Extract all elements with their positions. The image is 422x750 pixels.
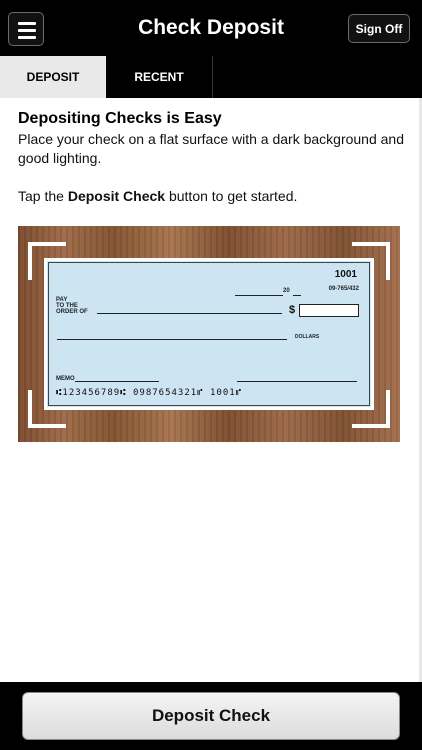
tab-recent[interactable]: RECENT bbox=[106, 56, 212, 98]
bottom-toolbar: Deposit Check bbox=[0, 682, 422, 750]
instructions-text: Place your check on a flat surface with … bbox=[18, 131, 404, 166]
written-amount-line bbox=[57, 339, 287, 340]
signature-line bbox=[237, 381, 357, 382]
check-deposit-screen: Check Deposit Sign Off DEPOSIT RECENT De… bbox=[0, 0, 422, 750]
tab-bar: DEPOSIT RECENT bbox=[0, 56, 422, 98]
tap-instruction-prefix: Tap the bbox=[18, 188, 68, 204]
instructions-heading: Depositing Checks is Easy bbox=[18, 110, 222, 127]
sign-off-button[interactable]: Sign Off bbox=[348, 14, 410, 43]
deposit-check-button[interactable]: Deposit Check bbox=[22, 692, 400, 740]
memo-line bbox=[75, 381, 159, 382]
sample-check: 1001 09-765/432 20 PAY TO THE ORDER OF $… bbox=[44, 258, 374, 410]
micr-line: ⑆123456789⑆ 0987654321⑈ 1001⑈ bbox=[56, 388, 243, 398]
header-bar: Check Deposit Sign Off bbox=[0, 0, 422, 56]
date-line bbox=[235, 295, 283, 296]
check-routing-small: 09-765/432 bbox=[328, 286, 359, 292]
date-line-year bbox=[293, 295, 301, 296]
tap-instruction-bold: Deposit Check bbox=[67, 188, 166, 204]
tab-bar-spacer bbox=[212, 56, 422, 98]
amount-box bbox=[299, 304, 359, 317]
dollar-sign: $ bbox=[289, 304, 296, 316]
dollars-label: DOLLARS bbox=[295, 334, 320, 340]
check-number: 1001 bbox=[334, 269, 357, 280]
pay-to-label: PAY TO THE ORDER OF bbox=[56, 297, 88, 315]
tap-instruction: Tap the Deposit Check button to get star… bbox=[18, 188, 404, 204]
tap-instruction-suffix: button to get started. bbox=[165, 188, 298, 204]
check-sample-image: 1001 09-765/432 20 PAY TO THE ORDER OF $… bbox=[18, 226, 400, 442]
main-content: Depositing Checks is Easy Place your che… bbox=[0, 98, 422, 204]
date-prefix: 20 bbox=[283, 288, 290, 294]
pay-label-line: ORDER OF bbox=[56, 309, 88, 315]
tab-deposit[interactable]: DEPOSIT bbox=[0, 56, 106, 98]
payee-line bbox=[97, 313, 282, 314]
memo-label: MEMO bbox=[56, 376, 75, 382]
